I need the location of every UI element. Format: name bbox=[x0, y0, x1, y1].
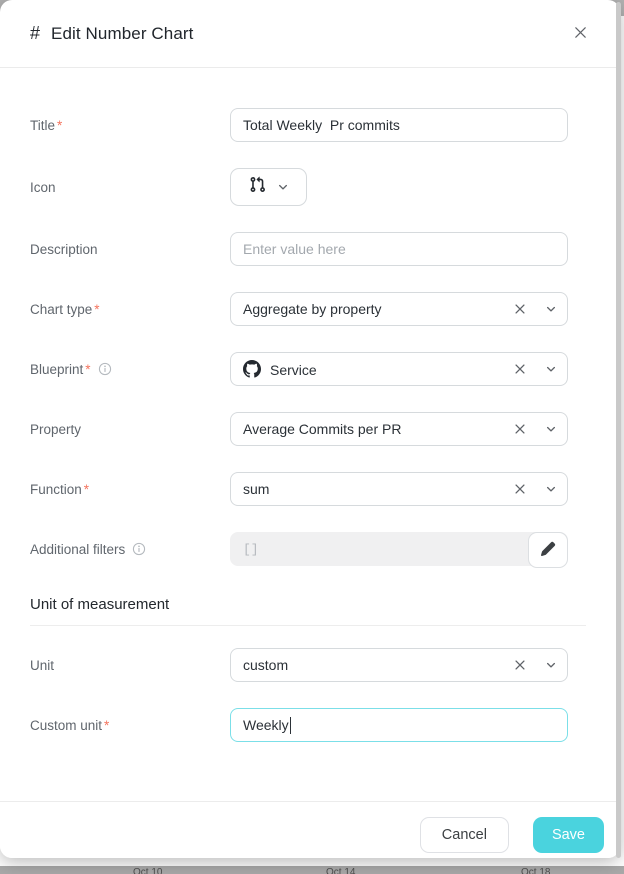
form-row-function: Function* sum bbox=[30, 472, 620, 506]
title-input[interactable] bbox=[230, 108, 568, 142]
clear-icon[interactable] bbox=[513, 302, 527, 316]
blueprint-label: Blueprint* bbox=[30, 362, 230, 377]
additional-filters-value: [] bbox=[243, 542, 259, 557]
custom-unit-input[interactable]: Weekly bbox=[230, 708, 568, 742]
form-row-property: Property Average Commits per PR bbox=[30, 412, 620, 446]
chevron-down-icon[interactable] bbox=[545, 303, 557, 315]
blueprint-value: Service bbox=[243, 360, 513, 378]
chevron-down-icon[interactable] bbox=[545, 423, 557, 435]
form-row-chart-type: Chart type* Aggregate by property bbox=[30, 292, 620, 326]
chevron-down-icon[interactable] bbox=[545, 483, 557, 495]
form-row-unit: Unit custom bbox=[30, 648, 620, 682]
close-button[interactable] bbox=[568, 22, 592, 46]
form-row-blueprint: Blueprint* Service bbox=[30, 352, 620, 386]
close-icon bbox=[573, 25, 588, 43]
required-marker: * bbox=[85, 362, 90, 377]
custom-unit-label: Custom unit* bbox=[30, 718, 230, 733]
required-marker: * bbox=[94, 302, 99, 317]
clear-icon[interactable] bbox=[513, 482, 527, 496]
form-row-title: Title* bbox=[30, 108, 620, 142]
axis-tick-label: Oct 10 bbox=[133, 867, 162, 874]
modal-title: Edit Number Chart bbox=[51, 24, 193, 44]
scrollbar[interactable] bbox=[616, 2, 621, 858]
chevron-down-icon bbox=[277, 181, 289, 193]
modal-body: Title* Icon Description bbox=[0, 68, 620, 742]
icon-label: Icon bbox=[30, 180, 230, 195]
axis-tick-label: Oct 18 bbox=[521, 867, 550, 874]
unit-label: Unit bbox=[30, 658, 230, 673]
form-row-custom-unit: Custom unit* Weekly bbox=[30, 708, 620, 742]
text-caret bbox=[290, 717, 291, 734]
number-chart-icon: # bbox=[30, 23, 40, 44]
clear-icon[interactable] bbox=[513, 658, 527, 672]
section-title-unit-of-measurement: Unit of measurement bbox=[30, 596, 620, 613]
github-icon bbox=[243, 360, 261, 378]
property-select[interactable]: Average Commits per PR bbox=[230, 412, 568, 446]
clear-icon[interactable] bbox=[513, 422, 527, 436]
form-row-additional-filters: Additional filters [] bbox=[30, 532, 620, 566]
unit-select[interactable]: custom bbox=[230, 648, 568, 682]
chart-type-select[interactable]: Aggregate by property bbox=[230, 292, 568, 326]
required-marker: * bbox=[57, 118, 62, 133]
axis-tick-label: Oct 14 bbox=[326, 867, 355, 874]
chart-type-label: Chart type* bbox=[30, 302, 230, 317]
cancel-button[interactable]: Cancel bbox=[420, 817, 509, 853]
icon-select[interactable] bbox=[230, 168, 307, 206]
pencil-icon bbox=[540, 541, 556, 560]
edit-filters-button[interactable] bbox=[528, 532, 568, 568]
git-pull-request-icon bbox=[249, 176, 266, 198]
section-divider bbox=[30, 625, 586, 626]
form-row-description: Description bbox=[30, 232, 620, 266]
page-backdrop-chart-axis: Oct 10 Oct 14 Oct 18 bbox=[0, 866, 624, 874]
required-marker: * bbox=[84, 482, 89, 497]
unit-value: custom bbox=[243, 657, 513, 673]
modal-footer: Cancel Save bbox=[0, 801, 620, 858]
additional-filters-label: Additional filters bbox=[30, 542, 230, 557]
info-icon[interactable] bbox=[98, 362, 112, 376]
additional-filters-field: [] bbox=[230, 532, 568, 566]
blueprint-select[interactable]: Service bbox=[230, 352, 568, 386]
chevron-down-icon[interactable] bbox=[545, 659, 557, 671]
property-value: Average Commits per PR bbox=[243, 421, 513, 437]
chart-type-value: Aggregate by property bbox=[243, 301, 513, 317]
save-button[interactable]: Save bbox=[533, 817, 604, 853]
form-row-icon: Icon bbox=[30, 168, 620, 206]
function-select[interactable]: sum bbox=[230, 472, 568, 506]
info-icon[interactable] bbox=[132, 542, 146, 556]
modal-header: # Edit Number Chart bbox=[0, 0, 620, 68]
required-marker: * bbox=[104, 718, 109, 733]
clear-icon[interactable] bbox=[513, 362, 527, 376]
description-label: Description bbox=[30, 242, 230, 257]
custom-unit-value: Weekly bbox=[243, 717, 289, 733]
edit-number-chart-modal: # Edit Number Chart Title* Icon bbox=[0, 0, 620, 858]
chevron-down-icon[interactable] bbox=[545, 363, 557, 375]
function-value: sum bbox=[243, 481, 513, 497]
property-label: Property bbox=[30, 422, 230, 437]
description-input[interactable] bbox=[230, 232, 568, 266]
title-label: Title* bbox=[30, 118, 230, 133]
function-label: Function* bbox=[30, 482, 230, 497]
